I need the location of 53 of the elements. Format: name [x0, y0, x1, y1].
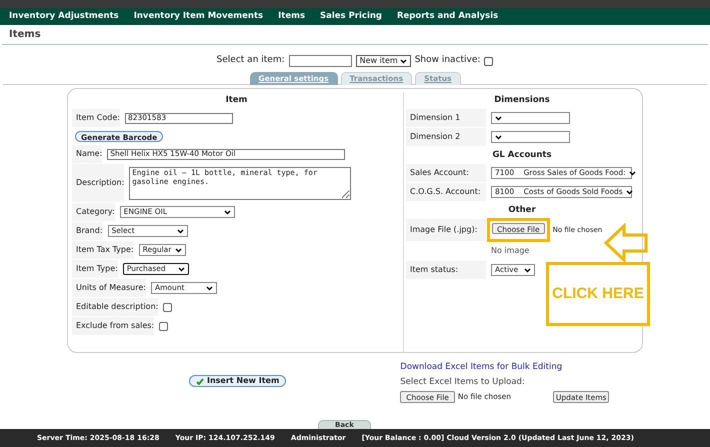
- field-label: Dimension 1: [410, 112, 460, 124]
- nav-link[interactable]: Reports and Analysis: [397, 10, 498, 23]
- section-heading: GL Accounts: [491, 148, 553, 162]
- callout-text: CLICK HERE: [546, 262, 650, 326]
- field-label: Category:: [76, 206, 115, 218]
- download-link[interactable]: Download Excel Items for Bulk Editing: [400, 361, 610, 374]
- chevron-down-icon: [524, 268, 531, 272]
- nav-link[interactable]: Inventory Item Movements: [134, 10, 264, 23]
- field-label: Dimension 2: [410, 131, 460, 143]
- field-label: Name:: [76, 148, 102, 160]
- chevron-down-icon: [174, 248, 182, 252]
- chevron-down-icon: [224, 210, 231, 214]
- chevron-down-icon: [400, 58, 407, 64]
- dropdown[interactable]: [491, 112, 570, 124]
- section-heading: Item: [224, 94, 248, 107]
- chevron-down-icon: [495, 116, 502, 120]
- field-label: Exclude from sales:: [76, 320, 154, 332]
- checkbox[interactable]: [484, 56, 494, 66]
- dropdown[interactable]: [491, 131, 570, 143]
- field-label: Brand:: [76, 225, 103, 237]
- field-label: Sales Account:: [410, 167, 469, 179]
- chevron-down-icon: [176, 228, 184, 234]
- nav-link[interactable]: Inventory Adjustments: [9, 10, 119, 23]
- section-heading: Dimensions: [493, 94, 551, 107]
- chevron-down-icon: [626, 190, 633, 194]
- field-label: Show inactive:: [414, 54, 480, 68]
- field-label: Image File (.jpg):: [410, 224, 478, 236]
- nav-link[interactable]: Sales Pricing: [320, 10, 382, 23]
- field-label: C.O.G.S. Account:: [410, 186, 481, 198]
- image-note: No image: [491, 245, 530, 257]
- field-label: Item Type:: [76, 263, 118, 275]
- checkmark-icon: [196, 378, 204, 384]
- chevron-down-icon: [178, 266, 185, 272]
- field-label: Item status:: [410, 264, 458, 276]
- section-heading: Other: [507, 204, 537, 217]
- arrow-left-icon: [604, 223, 648, 263]
- page-title: Items: [9, 28, 41, 42]
- insert-new-item-button[interactable]: Insert New Item: [189, 375, 286, 387]
- checkbox[interactable]: [159, 322, 168, 330]
- chevron-down-icon: [495, 134, 502, 140]
- field-label: Units of Measure:: [76, 282, 146, 294]
- field-label: Description:: [76, 177, 124, 189]
- upload-label: Select Excel Items to Upload:: [400, 376, 526, 388]
- nav-link[interactable]: Items: [278, 10, 306, 23]
- item-search-field[interactable]: [288, 55, 352, 67]
- item-dropdown[interactable]: New item: [356, 55, 411, 67]
- field-label: Editable description:: [76, 301, 158, 313]
- field-label: Item Code:: [76, 112, 120, 124]
- chevron-down-icon: [206, 286, 213, 290]
- checkbox[interactable]: [163, 302, 172, 312]
- chevron-down-icon: [628, 170, 636, 176]
- field-label: Select an item:: [216, 54, 285, 68]
- field-label: Item Tax Type:: [76, 244, 134, 256]
